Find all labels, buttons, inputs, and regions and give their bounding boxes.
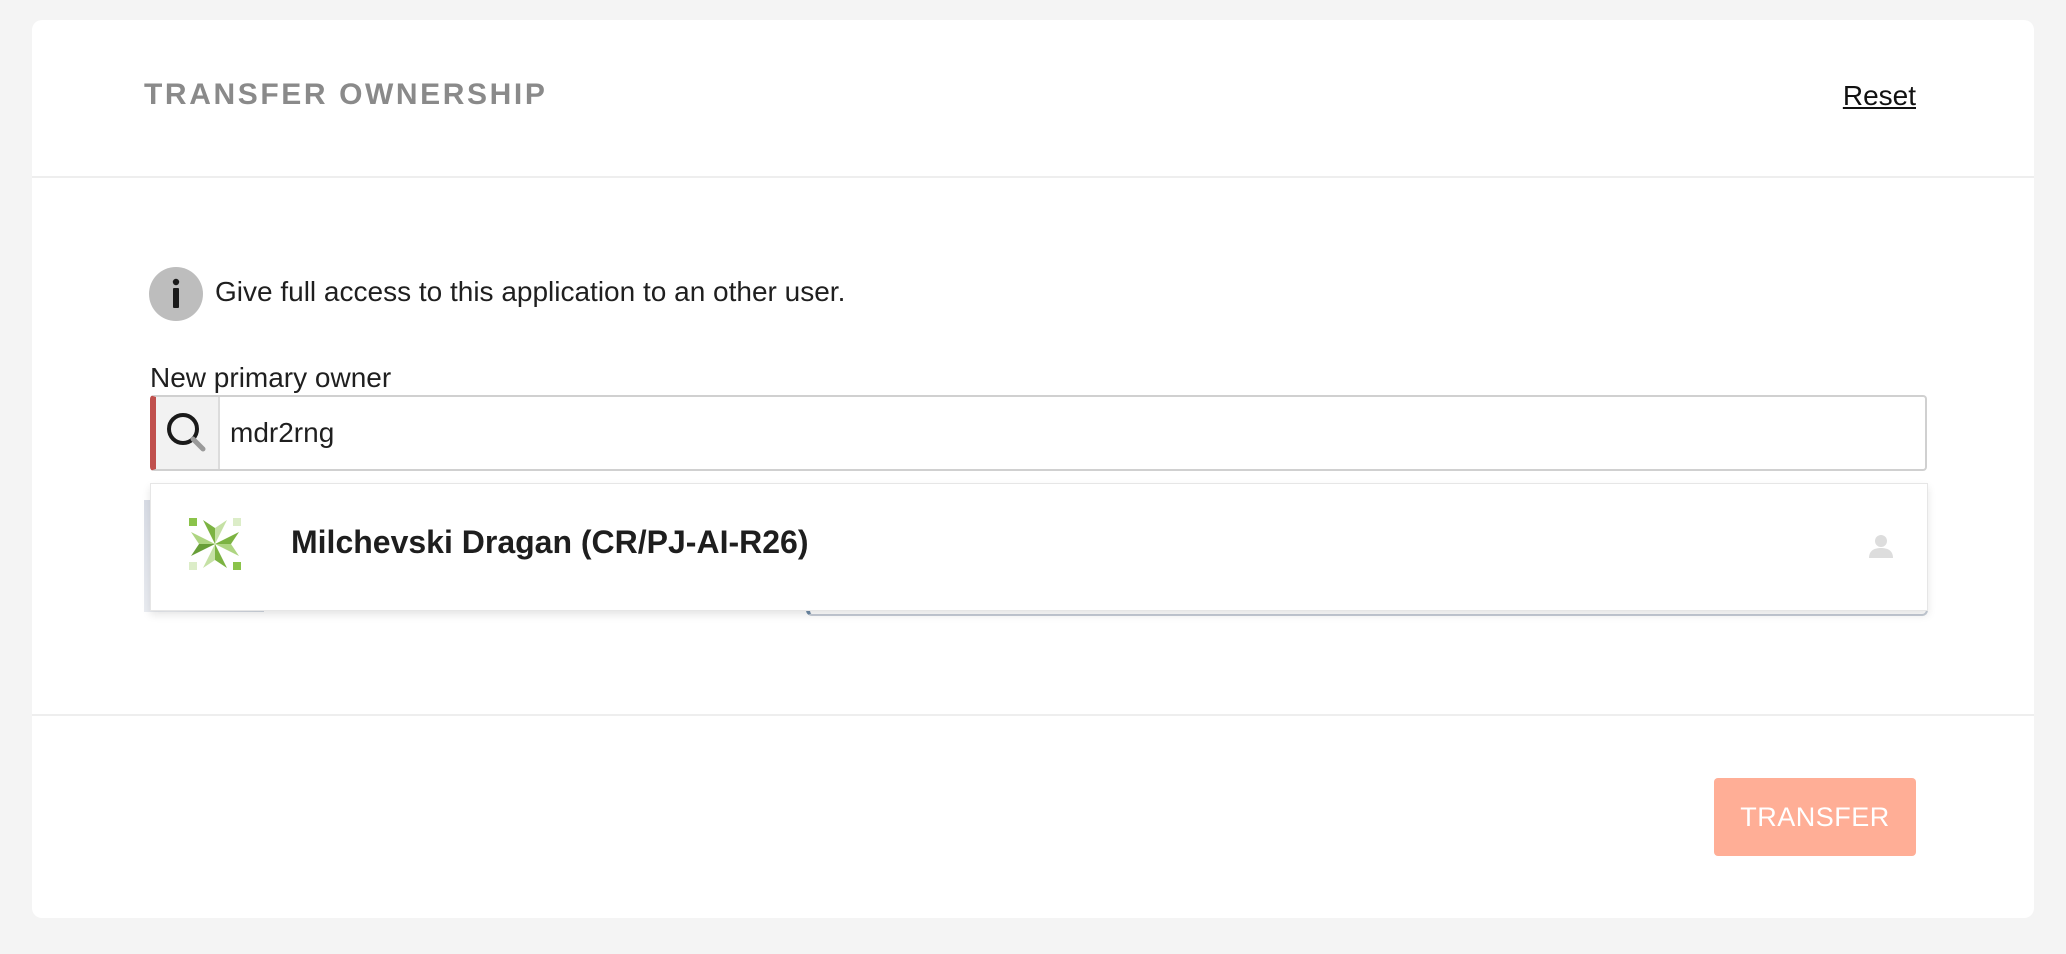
card-header: TRANSFER OWNERSHIP Reset bbox=[32, 20, 2034, 178]
owner-suggestions-dropdown: Milchevski Dragan (CR/PJ-AI-R26) bbox=[150, 483, 1928, 611]
reset-link[interactable]: Reset bbox=[1843, 80, 1916, 112]
transfer-ownership-card: TRANSFER OWNERSHIP Reset Give full acces… bbox=[32, 20, 2034, 918]
new-owner-label: New primary owner bbox=[150, 362, 392, 393]
transfer-button[interactable]: TRANSFER bbox=[1714, 778, 1916, 856]
owner-search-field[interactable] bbox=[150, 395, 1927, 471]
user-icon bbox=[1869, 535, 1893, 558]
page-title: TRANSFER OWNERSHIP bbox=[144, 78, 548, 111]
suggestion-name: Milchevski Dragan (CR/PJ-AI-R26) bbox=[291, 524, 809, 560]
info-message: Give full access to this application to … bbox=[215, 276, 846, 307]
footer-divider bbox=[32, 714, 2034, 716]
identicon-avatar bbox=[189, 518, 241, 570]
owner-search-input[interactable] bbox=[230, 397, 1910, 469]
search-icon bbox=[156, 397, 220, 469]
info-icon bbox=[149, 267, 203, 321]
